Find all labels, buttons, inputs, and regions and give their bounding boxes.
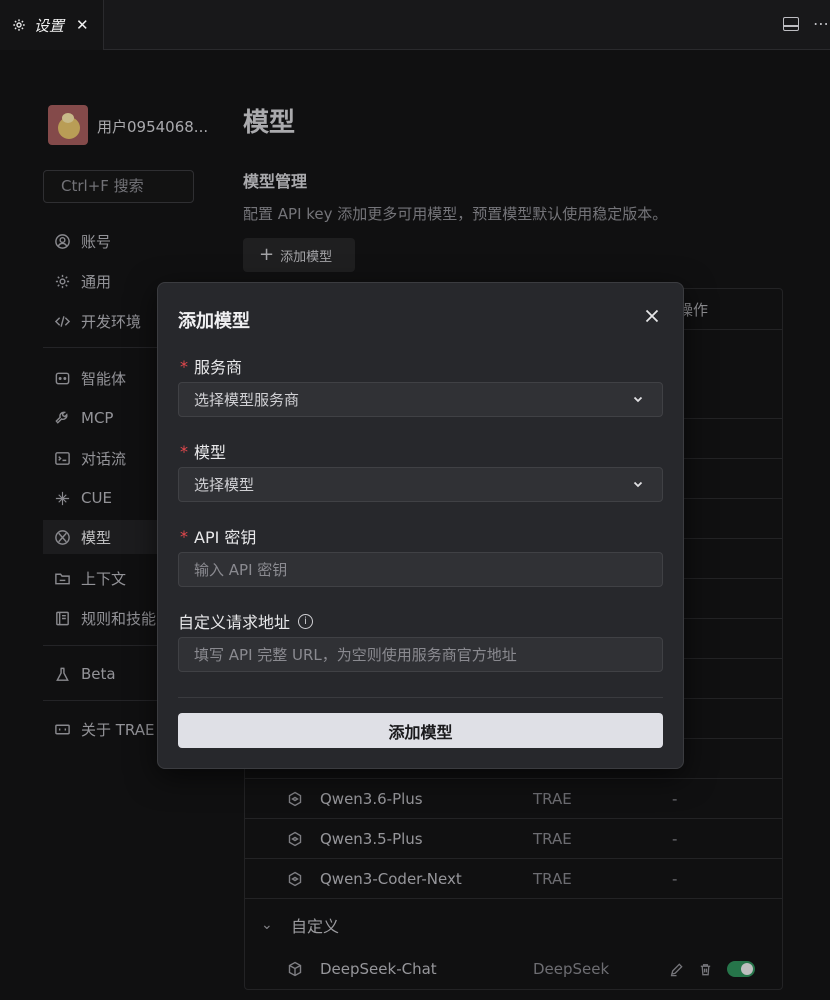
tab-bar: 设置 ✕ ⋯ xyxy=(0,0,830,50)
submit-add-model-button[interactable]: 添加模型 xyxy=(178,713,663,748)
api-key-label: * API 密钥 xyxy=(180,526,257,548)
info-icon[interactable]: i xyxy=(298,613,314,629)
tab-title: 设置 xyxy=(34,16,65,35)
provider-select[interactable]: 选择模型服务商 xyxy=(178,382,663,417)
more-icon[interactable]: ⋯ xyxy=(813,14,830,33)
custom-url-input[interactable]: 填写 API 完整 URL，为空则使用服务商官方地址 xyxy=(178,637,663,672)
model-select-value: 选择模型 xyxy=(194,476,255,494)
add-model-dialog: 添加模型 * 服务商 选择模型服务商 * 模型 选择模型 * API 密钥 输入… xyxy=(157,282,684,769)
gear-icon xyxy=(13,19,25,31)
chevron-down-icon xyxy=(633,481,643,488)
required-mark: * xyxy=(180,356,188,376)
model-select[interactable]: 选择模型 xyxy=(178,467,663,502)
model-label: * 模型 xyxy=(180,441,227,463)
api-key-input[interactable]: 输入 API 密钥 xyxy=(178,552,663,587)
dialog-title: 添加模型 xyxy=(178,311,250,332)
close-icon[interactable]: ✕ xyxy=(76,16,89,34)
required-mark: * xyxy=(180,526,188,546)
close-icon[interactable] xyxy=(643,307,661,325)
chevron-down-icon xyxy=(633,396,643,403)
required-mark: * xyxy=(180,441,188,461)
tab-settings[interactable]: 设置 ✕ xyxy=(0,0,104,50)
custom-url-label: 自定义请求地址 i xyxy=(178,609,314,633)
dialog-divider xyxy=(178,697,663,698)
toggle-panel-icon[interactable] xyxy=(783,16,799,31)
provider-select-value: 选择模型服务商 xyxy=(194,391,300,409)
provider-label: * 服务商 xyxy=(180,356,243,378)
